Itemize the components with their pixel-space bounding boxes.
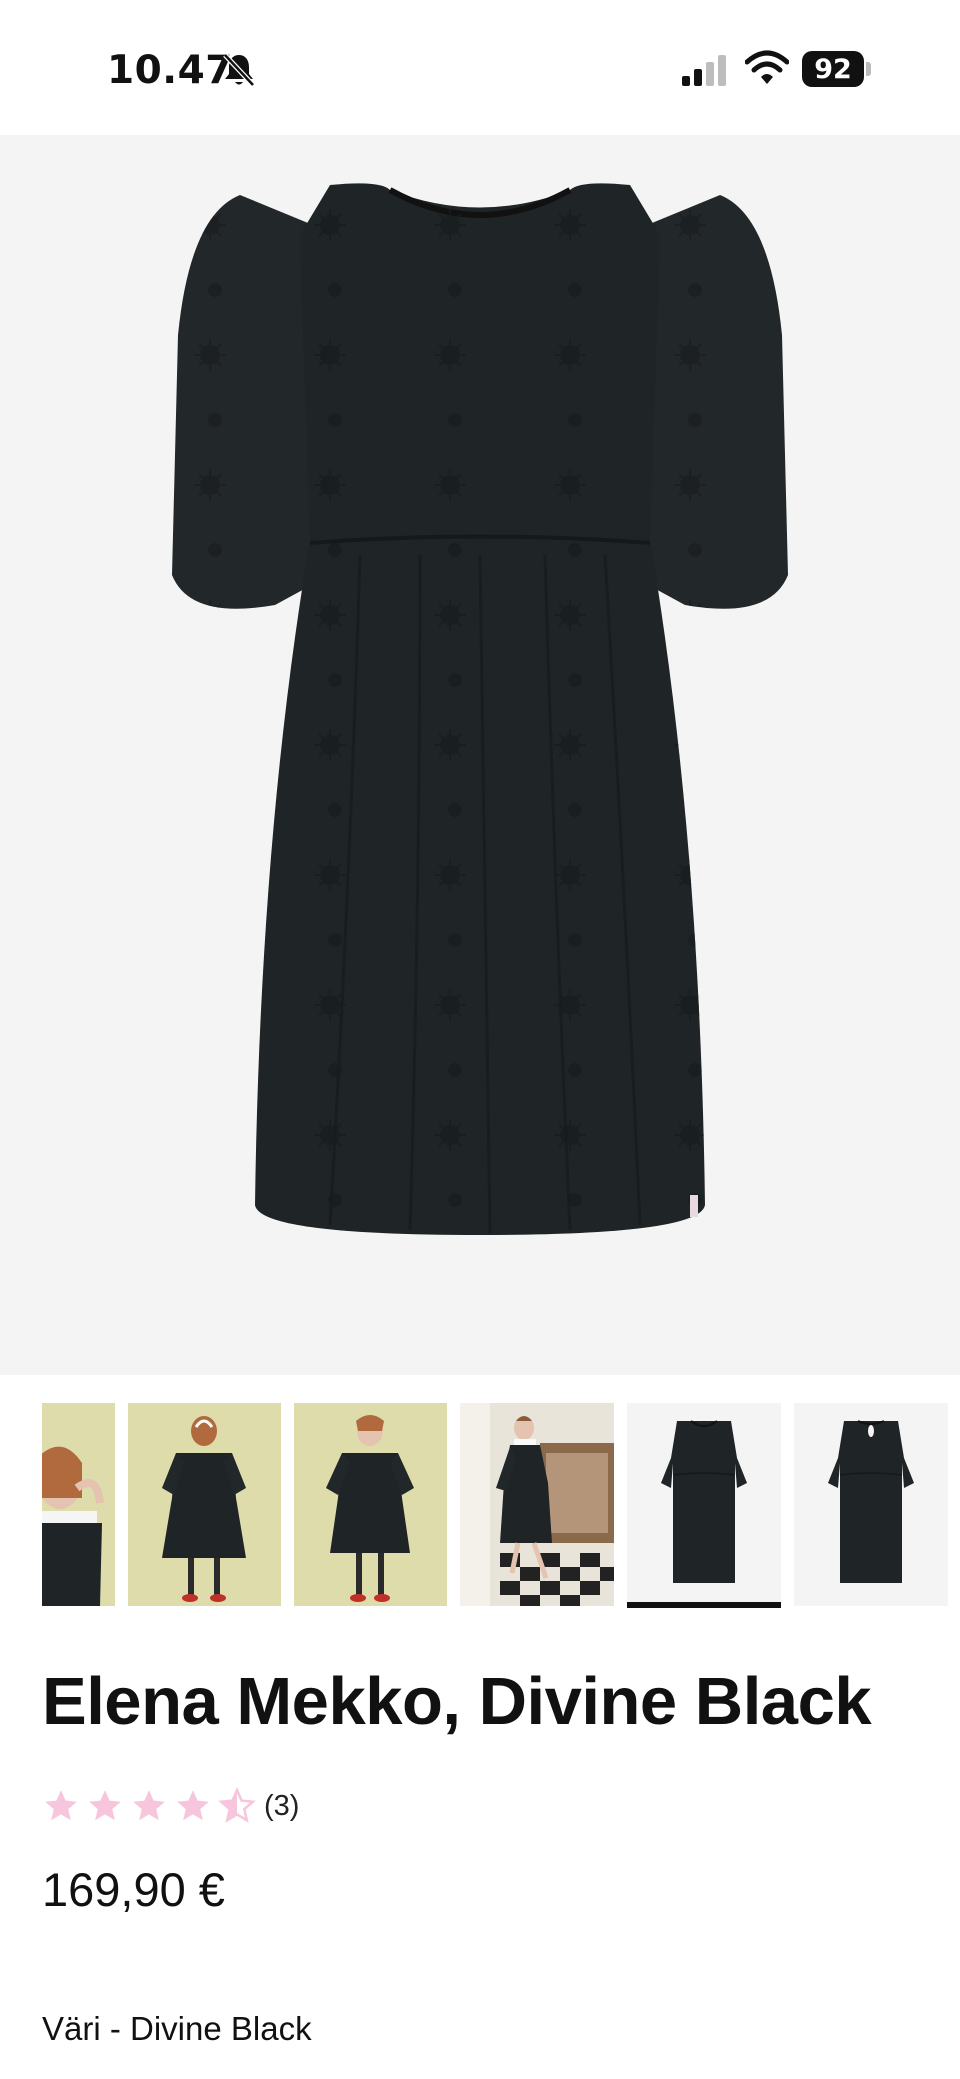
rating-count[interactable]: (3)	[264, 1790, 299, 1823]
thumbnail-2[interactable]	[128, 1403, 281, 1606]
star-full-icon	[45, 1790, 77, 1821]
battery-icon: 92	[802, 51, 871, 87]
star-half-icon	[218, 1787, 256, 1823]
status-bar: 10.47 92	[0, 0, 960, 135]
thumbnail-carousel[interactable]	[0, 1403, 960, 1613]
signal-icon	[682, 55, 726, 86]
product-rating[interactable]: (3)	[42, 1786, 299, 1826]
color-label: Väri - Divine Black	[42, 2010, 312, 2047]
dress-image	[172, 183, 788, 1235]
thumbnail-3[interactable]	[294, 1403, 447, 1606]
star-full-icon	[89, 1790, 121, 1821]
status-time: 10.47	[107, 48, 233, 93]
selected-thumbnail-indicator	[627, 1602, 781, 1608]
product-title: Elena Mekko, Divine Black	[42, 1664, 872, 1739]
star-full-icon	[133, 1790, 165, 1821]
thumbnail-4[interactable]	[460, 1403, 614, 1606]
product-price: 169,90 €	[42, 1863, 225, 1916]
bell-slash-icon	[223, 53, 255, 87]
thumbnail-5-selected[interactable]	[627, 1403, 781, 1606]
wifi-icon	[745, 50, 789, 84]
battery-level: 92	[802, 51, 864, 87]
star-full-icon	[177, 1790, 209, 1821]
thumbnail-1[interactable]	[42, 1403, 115, 1606]
thumbnail-6[interactable]	[794, 1403, 948, 1606]
main-product-image[interactable]	[0, 135, 960, 1375]
